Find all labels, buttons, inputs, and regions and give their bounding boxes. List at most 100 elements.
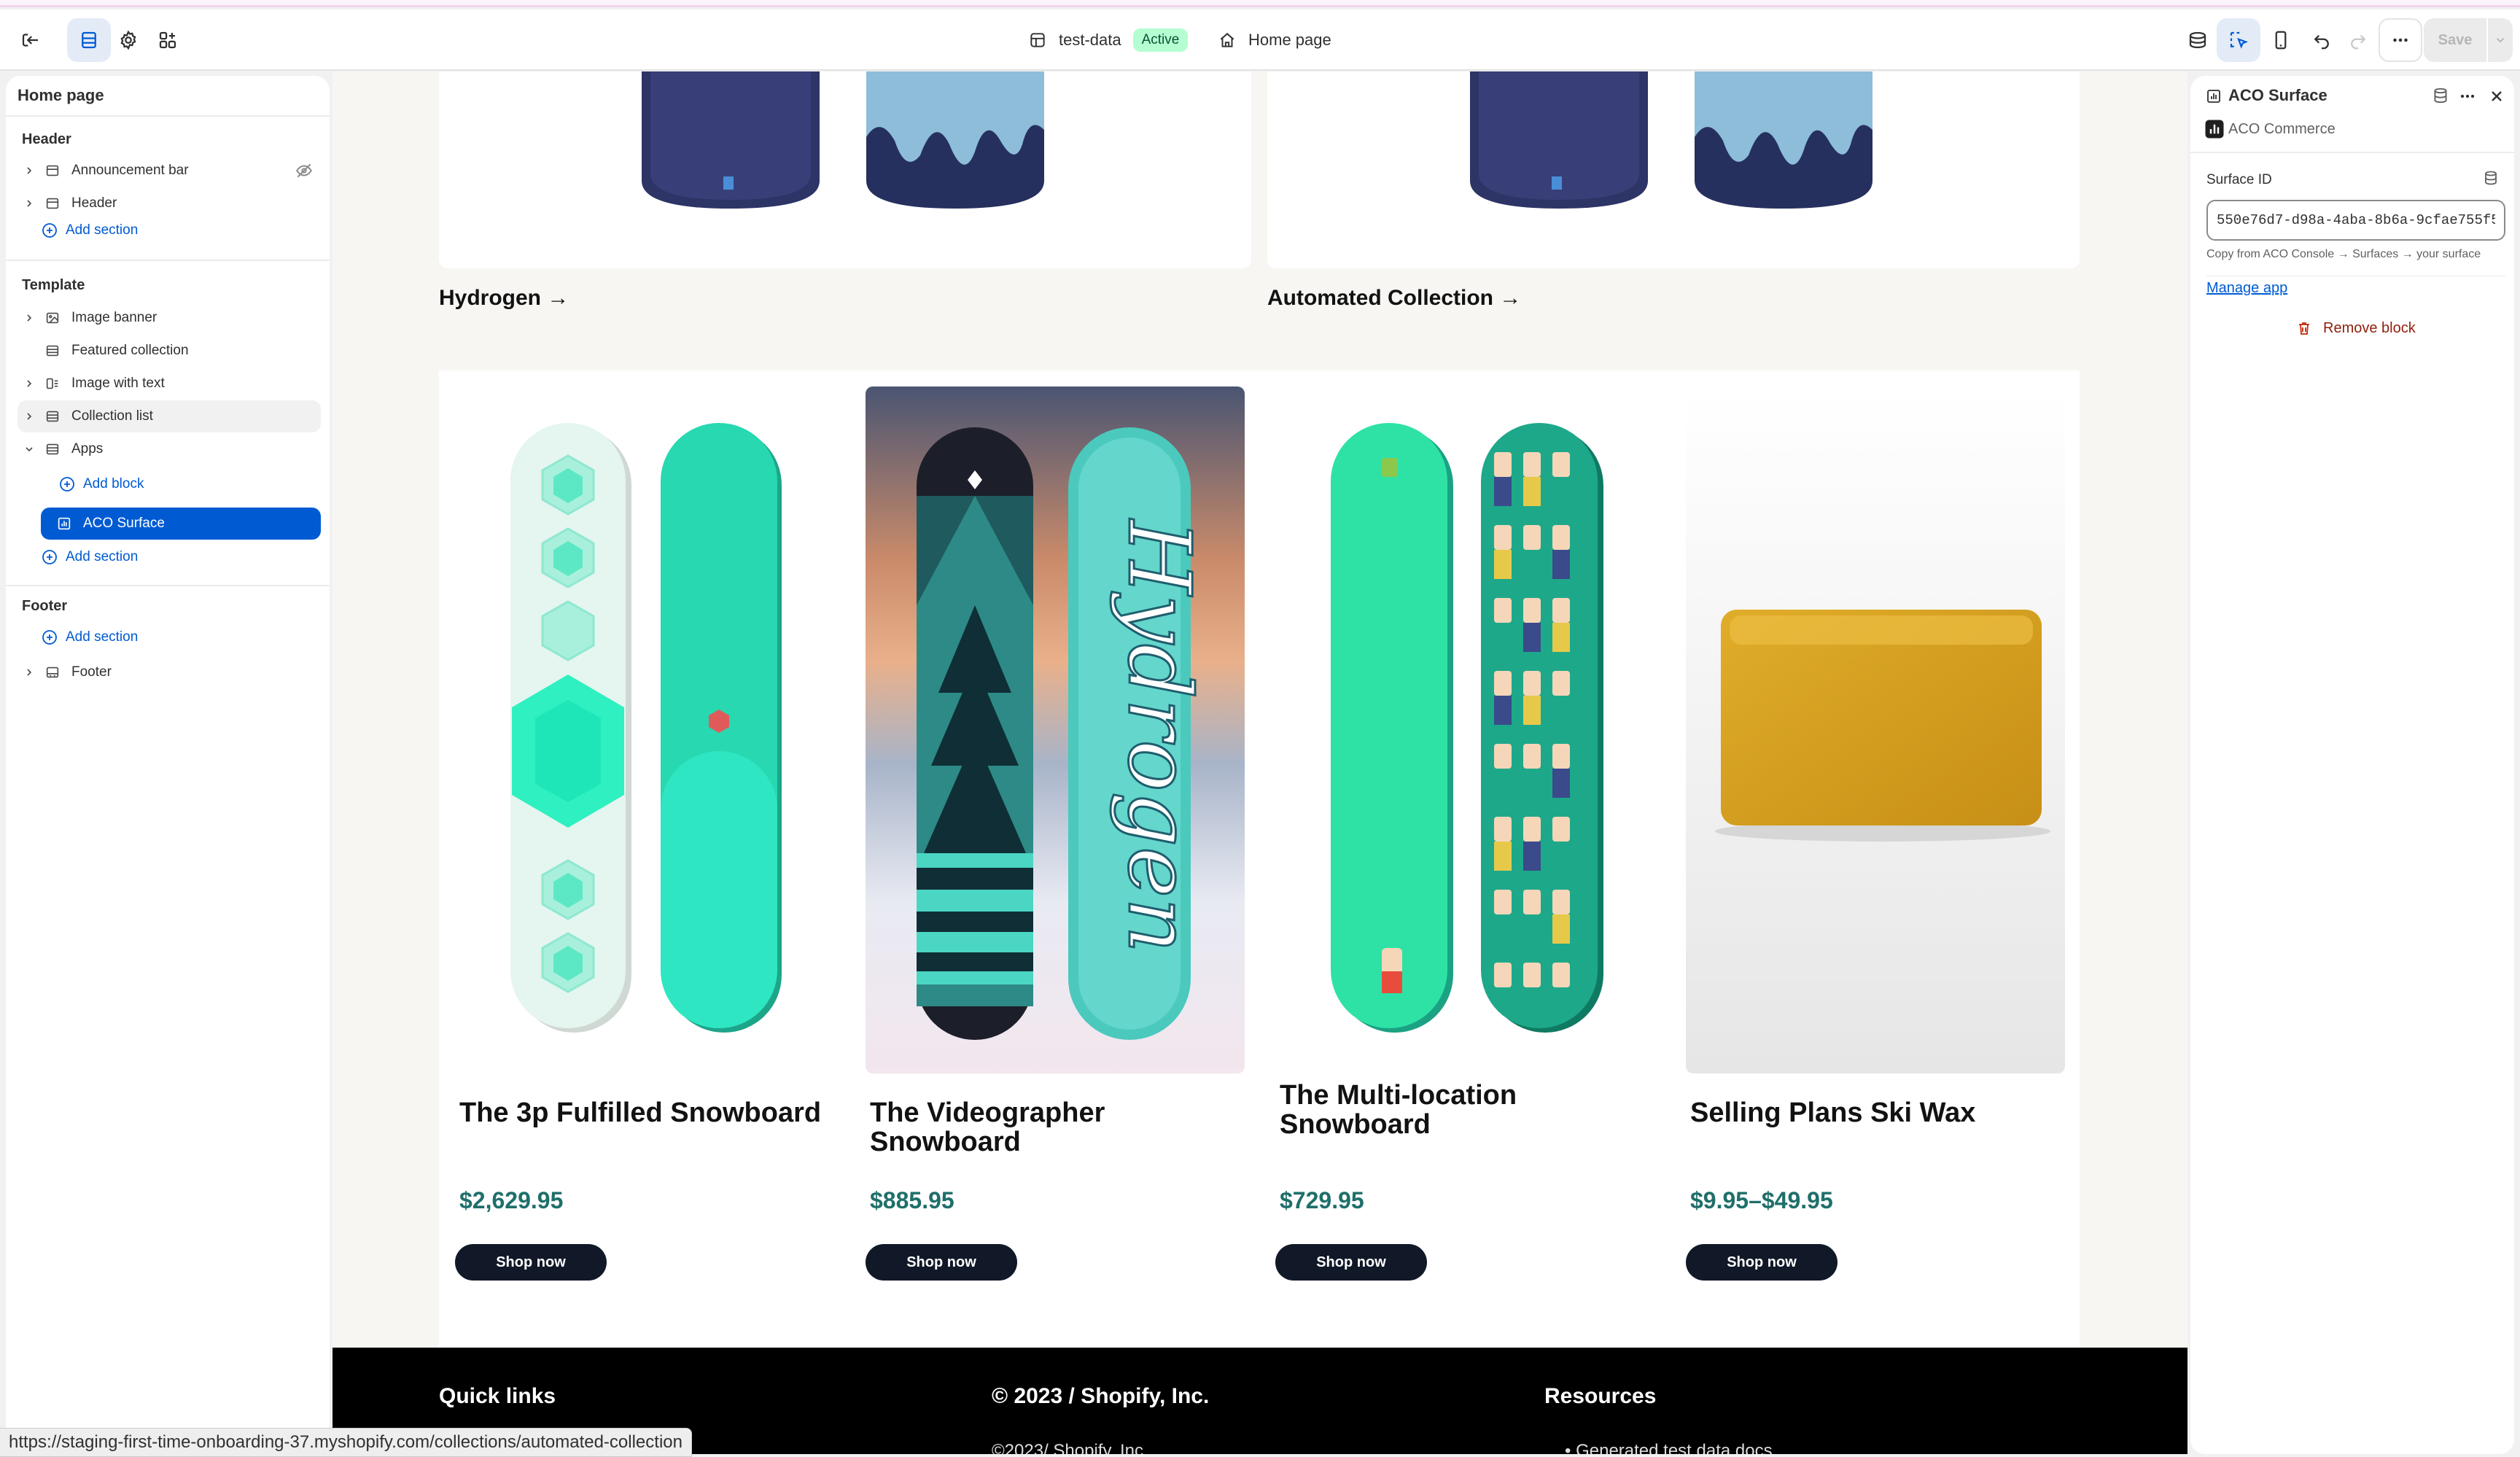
redo-button[interactable] bbox=[2336, 18, 2380, 62]
chevron-down-icon[interactable] bbox=[20, 440, 38, 458]
save-options-button[interactable] bbox=[2486, 18, 2513, 62]
home-icon bbox=[1220, 33, 1234, 47]
redo-icon bbox=[2351, 34, 2366, 50]
chevron-right-icon[interactable] bbox=[20, 309, 38, 327]
footer-section-icon bbox=[44, 664, 61, 681]
shop-now-button[interactable]: Shop now bbox=[866, 1244, 1017, 1281]
chevron-right-icon[interactable] bbox=[20, 408, 38, 425]
plus-circle-icon bbox=[42, 223, 57, 238]
surface-id-input[interactable] bbox=[2206, 200, 2505, 241]
add-section-button-footer[interactable]: Add section bbox=[41, 629, 138, 646]
shop-now-button[interactable]: Shop now bbox=[1686, 1244, 1838, 1281]
more-horizontal-icon[interactable] bbox=[2457, 86, 2478, 106]
dynamic-source-icon[interactable] bbox=[2482, 169, 2500, 187]
add-block-label: Add block bbox=[83, 476, 144, 492]
chevron-right-icon[interactable] bbox=[20, 375, 38, 392]
aco-app-icon bbox=[55, 515, 73, 532]
chevron-right-icon[interactable] bbox=[20, 664, 38, 681]
product-image-multi-location-snowboard[interactable] bbox=[1275, 386, 1654, 1073]
sidebar-item-footer[interactable]: Footer bbox=[18, 656, 321, 688]
app-embeds-button[interactable] bbox=[146, 18, 190, 62]
sidebar-item-image-banner[interactable]: Image banner bbox=[18, 302, 321, 334]
product-price: $2,629.95 bbox=[459, 1187, 564, 1213]
product-title[interactable]: Selling Plans Ski Wax bbox=[1690, 1098, 2069, 1127]
chevron-right-icon[interactable] bbox=[20, 195, 38, 212]
panel-title: ACO Surface bbox=[2228, 86, 2328, 104]
section-icon bbox=[44, 195, 61, 212]
product-price: $885.95 bbox=[870, 1187, 954, 1213]
apps-icon bbox=[159, 31, 176, 49]
collection-icon bbox=[44, 342, 61, 360]
shop-now-button[interactable]: Shop now bbox=[1275, 1244, 1427, 1281]
chevron-down-icon bbox=[2496, 38, 2505, 43]
product-title[interactable]: The 3p Fulfilled Snowboard bbox=[459, 1098, 839, 1127]
sidebar-item-label: Apps bbox=[71, 441, 104, 456]
exit-editor-button[interactable] bbox=[9, 18, 52, 62]
add-section-button-header[interactable]: Add section bbox=[41, 222, 138, 239]
collection-link-hydrogen[interactable]: Hydrogen → bbox=[439, 286, 569, 311]
group-heading-template: Template bbox=[22, 277, 85, 293]
status-badge: Active bbox=[1132, 28, 1189, 52]
group-heading-header: Header bbox=[22, 131, 71, 147]
aco-app-icon bbox=[2207, 90, 2220, 103]
product-title[interactable]: The Multi-location Snowboard bbox=[1280, 1081, 1659, 1139]
sections-tab-button[interactable] bbox=[67, 18, 111, 62]
sidebar-item-label: Header bbox=[71, 195, 117, 211]
svg-text:Hydrogen: Hydrogen bbox=[1109, 518, 1210, 953]
remove-block-label: Remove block bbox=[2323, 319, 2416, 336]
sidebar-item-label: Footer bbox=[71, 664, 112, 680]
collection-card-hydrogen[interactable] bbox=[439, 71, 1251, 268]
product-image-ski-wax[interactable] bbox=[1686, 386, 2065, 1073]
sidebar-item-featured-collection[interactable]: Featured collection bbox=[18, 335, 321, 367]
theme-icon bbox=[1030, 33, 1045, 47]
gear-icon bbox=[120, 30, 136, 50]
sidebar-item-label: Image with text bbox=[71, 376, 165, 391]
close-icon[interactable] bbox=[2488, 88, 2505, 105]
sidebar-item-aco-surface[interactable]: ACO Surface bbox=[41, 508, 321, 540]
page-selector[interactable]: Home page bbox=[1218, 18, 1331, 62]
product-title[interactable]: The Videographer Snowboard bbox=[870, 1098, 1249, 1157]
manage-app-link[interactable]: Manage app bbox=[2206, 280, 2287, 297]
store-preview-canvas[interactable]: Hydrogen → Automated Collection → The 3p… bbox=[332, 71, 2188, 1454]
viewport-mobile-button[interactable] bbox=[2259, 18, 2303, 62]
sidebar-item-announcement-bar[interactable]: Announcement bar bbox=[18, 155, 321, 187]
database-icon[interactable] bbox=[2431, 86, 2450, 105]
sidebar-item-collection-list[interactable]: Collection list bbox=[18, 400, 321, 432]
sidebar-item-label: Featured collection bbox=[71, 343, 189, 358]
more-actions-button[interactable] bbox=[2379, 18, 2422, 62]
add-section-button-template[interactable]: Add section bbox=[41, 548, 138, 566]
link-status-bar: https://staging-first-time-onboarding-37… bbox=[0, 1428, 692, 1457]
add-block-button[interactable]: Add block bbox=[58, 475, 144, 493]
image-icon bbox=[44, 309, 61, 327]
chevron-right-icon[interactable] bbox=[20, 162, 38, 179]
product-image-videographer-snowboard[interactable]: Hydrogen bbox=[866, 386, 1245, 1073]
undo-icon bbox=[2314, 34, 2329, 50]
add-section-label: Add section bbox=[66, 629, 139, 645]
page-selector-label: Home page bbox=[1248, 31, 1331, 49]
sidebar-item-apps[interactable]: Apps bbox=[18, 433, 321, 465]
sections-sidebar: Home page Header Announcement bar Header… bbox=[6, 76, 330, 1454]
collection-image bbox=[642, 71, 1044, 209]
sidebar-item-header[interactable]: Header bbox=[18, 187, 321, 219]
sidebar-item-label: Collection list bbox=[71, 408, 153, 424]
store-selector[interactable]: test-data Active bbox=[1028, 18, 1189, 62]
save-button[interactable]: Save bbox=[2424, 32, 2486, 49]
sidebar-item-label: Announcement bar bbox=[71, 163, 189, 178]
desktop-icon bbox=[2189, 31, 2206, 49]
plus-circle-icon bbox=[42, 550, 57, 564]
sidebar-item-image-with-text[interactable]: Image with text bbox=[18, 368, 321, 400]
collection-link-automated[interactable]: Automated Collection → bbox=[1267, 286, 1521, 311]
inspector-toggle-button[interactable] bbox=[2217, 18, 2260, 62]
cursor-select-icon bbox=[2230, 31, 2249, 49]
product-image-3p-snowboard[interactable] bbox=[455, 386, 834, 1073]
footer-link-generated-docs[interactable]: • Generated test data docs bbox=[1565, 1441, 1773, 1454]
shop-now-button[interactable]: Shop now bbox=[455, 1244, 607, 1281]
plus-circle-icon bbox=[42, 630, 57, 645]
surface-id-label: Surface ID bbox=[2206, 172, 2272, 187]
theme-settings-button[interactable] bbox=[106, 18, 150, 62]
add-section-label: Add section bbox=[66, 222, 139, 238]
collection-card-automated[interactable] bbox=[1267, 71, 2080, 268]
remove-block-button[interactable]: Remove block bbox=[2295, 319, 2416, 337]
viewport-desktop-button[interactable] bbox=[2176, 18, 2220, 62]
hidden-eye-icon[interactable] bbox=[295, 161, 314, 180]
